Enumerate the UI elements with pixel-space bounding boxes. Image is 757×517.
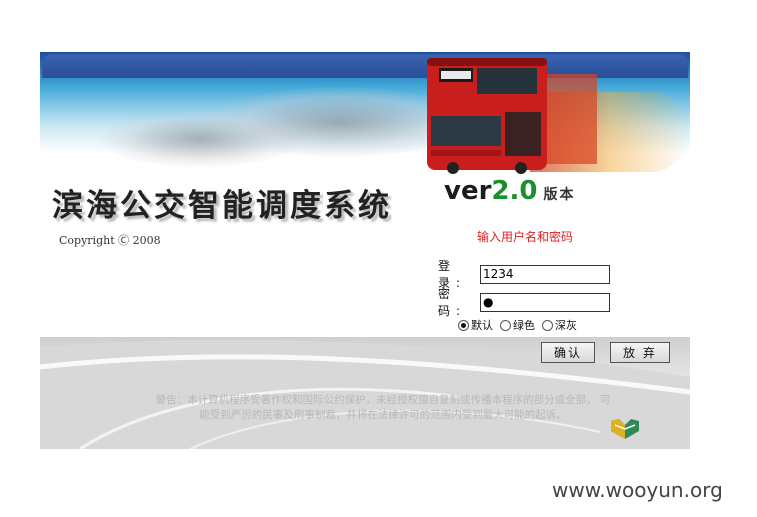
copyright-warning: 警告：本计算机程序受著作权和国际公约保护，未经授权擅自复制或传播本程序的部分或全… xyxy=(118,393,648,423)
copyright-text: Copyright Ⓒ 2008 xyxy=(59,234,161,247)
login-panel: 滨海公交智能调度系统 ver2.0 版本 Copyright Ⓒ 2008 输入用… xyxy=(40,52,690,449)
version-prefix: ver xyxy=(444,176,492,206)
confirm-button[interactable]: 确认 xyxy=(541,342,596,363)
radio-darkgray[interactable] xyxy=(542,319,553,331)
password-row: 密 码: xyxy=(438,285,610,319)
version-label: ver2.0 版本 xyxy=(444,176,575,206)
theme-label-green: 绿色 xyxy=(513,319,535,332)
theme-option-default[interactable]: 默认 xyxy=(458,317,493,333)
warning-line-2: 能受到严厉的民事及刑事制裁，并将在法律许可的范围内受到最大可能的起诉。 xyxy=(199,409,567,421)
version-number: 2.0 xyxy=(491,176,538,206)
double-decker-bus-image xyxy=(427,58,597,174)
theme-option-green[interactable]: 绿色 xyxy=(500,317,535,333)
password-input[interactable] xyxy=(480,292,610,312)
username-input[interactable] xyxy=(480,264,610,284)
theme-label-default: 默认 xyxy=(471,319,493,332)
company-logo-icon xyxy=(611,419,639,439)
version-suffix: 版本 xyxy=(543,187,576,203)
theme-option-darkgray[interactable]: 深灰 xyxy=(542,317,577,333)
watermark-text: www.wooyun.org xyxy=(552,478,723,502)
radio-green[interactable] xyxy=(500,319,511,331)
theme-selector: 默认 绿色 深灰 xyxy=(458,317,584,333)
warning-line-1: 警告：本计算机程序受著作权和国际公约保护，未经授权擅自复制或传播本程序的部分或全… xyxy=(155,394,611,406)
password-label: 密 码: xyxy=(438,287,467,318)
system-title: 滨海公交智能调度系统 xyxy=(52,188,392,224)
login-hint: 输入用户名和密码 xyxy=(477,230,574,244)
header-banner xyxy=(40,52,690,182)
cancel-button[interactable]: 放 弃 xyxy=(610,342,670,363)
theme-label-darkgray: 深灰 xyxy=(555,319,577,332)
radio-default[interactable] xyxy=(458,319,469,331)
